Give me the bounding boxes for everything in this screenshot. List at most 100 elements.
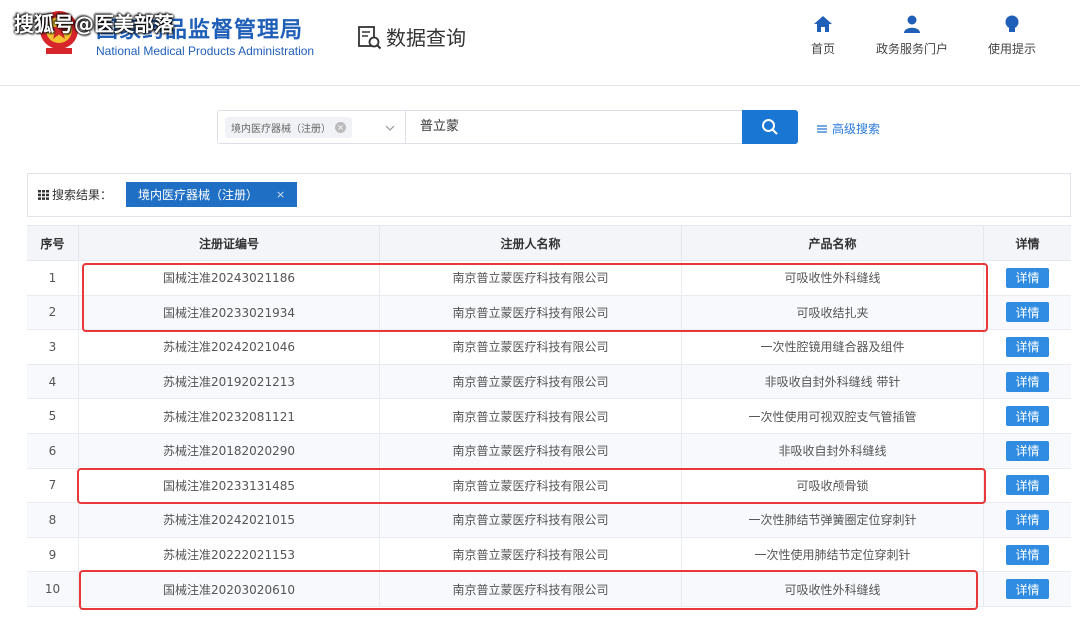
cell-registration-no: 国械注准20243021186: [79, 261, 380, 295]
chip-close-icon[interactable]: ×: [276, 188, 285, 201]
cell-product-name: 一次性腔镜用缝合器及组件: [682, 330, 984, 364]
detail-button[interactable]: 详情: [1006, 509, 1049, 530]
cell-detail: 详情: [984, 572, 1071, 606]
table-row: 1 国械注准20243021186 南京普立蒙医疗科技有限公司 可吸收性外科缝线 详情: [27, 261, 1071, 296]
filter-icon: [817, 124, 827, 133]
cell-product-name: 可吸收性外科缝线: [682, 572, 984, 606]
nav-usage-tips-label: 使用提示: [988, 42, 1037, 56]
cell-registrant: 南京普立蒙医疗科技有限公司: [380, 468, 682, 503]
cell-registration-no: 国械注准20203020610: [79, 572, 380, 606]
nav-service-portal[interactable]: 政务服务门户: [876, 14, 948, 57]
cell-registrant: 南京普立蒙医疗科技有限公司: [380, 399, 682, 433]
category-select[interactable]: 境内医疗器械（注册） ×: [217, 110, 406, 144]
detail-button[interactable]: 详情: [1006, 267, 1049, 288]
nav-service-portal-label: 政务服务门户: [876, 42, 949, 56]
bulb-icon: [1005, 15, 1019, 32]
home-icon: [814, 16, 832, 32]
page-title: 数据查询: [386, 26, 466, 50]
cell-detail: 详情: [984, 538, 1071, 572]
cell-product-name: 一次性使用可视双腔支气管插管: [682, 399, 984, 433]
cell-product-name: 非吸收自封外科缝线: [682, 433, 984, 468]
cell-registration-no: 苏械注准20182020290: [79, 433, 380, 468]
cell-registrant: 南京普立蒙医疗科技有限公司: [380, 503, 682, 537]
cell-registrant: 南京普立蒙医疗科技有限公司: [380, 364, 682, 399]
detail-button[interactable]: 详情: [1006, 371, 1049, 392]
chevron-down-icon[interactable]: [385, 123, 395, 133]
grid-icon: [38, 189, 49, 200]
category-tag: 境内医疗器械（注册） ×: [225, 117, 352, 138]
detail-button[interactable]: 详情: [1006, 336, 1049, 357]
cell-registration-no: 苏械注准20192021213: [79, 364, 380, 399]
cell-registration-no: 苏械注准20242021046: [79, 330, 380, 364]
cell-product-name: 可吸收性外科缝线: [682, 261, 984, 295]
cell-index: 4: [27, 364, 79, 399]
cell-index: 9: [27, 537, 79, 572]
cell-product-name: 可吸收结扎夹: [682, 295, 984, 330]
advanced-search-link[interactable]: 高级搜索: [816, 120, 880, 137]
table-row: 2 国械注准20233021934 南京普立蒙医疗科技有限公司 可吸收结扎夹 详情: [27, 295, 1071, 331]
cell-index: 2: [27, 295, 79, 330]
cell-index: 3: [27, 330, 79, 364]
cell-detail: 详情: [984, 330, 1071, 364]
table-row: 4 苏械注准20192021213 南京普立蒙医疗科技有限公司 非吸收自封外科缝线 带…: [27, 364, 1071, 400]
cell-registrant: 南京普立蒙医疗科技有限公司: [380, 537, 682, 572]
cell-detail: 详情: [984, 296, 1071, 330]
table-row: 3 苏械注准20242021046 南京普立蒙医疗科技有限公司 一次性腔镜用缝合器及组…: [27, 330, 1071, 365]
category-tag-label: 境内医疗器械（注册）: [231, 124, 331, 135]
nav-usage-tips[interactable]: 使用提示: [988, 14, 1036, 57]
nav-home[interactable]: 首页: [811, 14, 835, 57]
cell-index: 5: [27, 399, 79, 433]
nav-home-label: 首页: [811, 42, 836, 56]
search-button[interactable]: [742, 110, 798, 144]
results-bar: 搜索结果： 境内医疗器械（注册） ×: [27, 173, 1071, 217]
cell-detail: 详情: [984, 469, 1071, 503]
cell-product-name: 一次性使用肺结节定位穿刺针: [682, 537, 984, 572]
table-row: 8 苏械注准20242021015 南京普立蒙医疗科技有限公司 一次性肺结节弹簧圈定位…: [27, 503, 1071, 538]
cell-registrant: 南京普立蒙医疗科技有限公司: [380, 330, 682, 364]
cell-product-name: 非吸收自封外科缝线 带针: [682, 364, 984, 399]
col-index: 序号: [27, 226, 79, 260]
detail-button[interactable]: 详情: [1006, 440, 1049, 461]
table-row: 6 苏械注准20182020290 南京普立蒙医疗科技有限公司 非吸收自封外科缝线 详情: [27, 433, 1071, 469]
tag-close-icon[interactable]: ×: [335, 122, 346, 133]
detail-button[interactable]: 详情: [1006, 475, 1049, 496]
results-table: 序号 注册证编号 注册人名称 产品名称 详情 1 国械注准20243021186 南…: [27, 225, 1071, 607]
cell-product-name: 一次性肺结节弹簧圈定位穿刺针: [682, 503, 984, 537]
source-watermark: 搜狐号@医美部落: [14, 12, 174, 36]
col-product-name: 产品名称: [682, 226, 984, 260]
document-search-icon: [358, 25, 382, 49]
detail-button[interactable]: 详情: [1006, 579, 1049, 600]
table-row: 7 国械注准20233131485 南京普立蒙医疗科技有限公司 可吸收颅骨锁 详情: [27, 468, 1071, 504]
detail-button[interactable]: 详情: [1006, 302, 1049, 323]
cell-registration-no: 苏械注准20222021153: [79, 537, 380, 572]
table-row: 10 国械注准20203020610 南京普立蒙医疗科技有限公司 可吸收性外科缝线 详情: [27, 572, 1071, 607]
cell-index: 6: [27, 433, 79, 468]
detail-button[interactable]: 详情: [1006, 544, 1049, 565]
col-registration-no: 注册证编号: [79, 226, 380, 260]
table-row: 5 苏械注准20232081121 南京普立蒙医疗科技有限公司 一次性使用可视双腔支气…: [27, 399, 1071, 434]
col-detail: 详情: [1015, 236, 1040, 251]
cell-index: 10: [27, 572, 79, 606]
cell-detail: 详情: [984, 261, 1071, 295]
cell-index: 1: [27, 261, 79, 295]
agency-name-en[interactable]: National Medical Products Administration: [96, 44, 314, 58]
cell-detail: 详情: [984, 503, 1071, 537]
user-icon: [904, 15, 920, 33]
search-icon: [762, 119, 778, 135]
cell-registration-no: 苏械注准20242021015: [79, 503, 380, 537]
page-title-group: 数据查询: [356, 22, 466, 51]
cell-index: 7: [27, 468, 79, 503]
cell-detail: 详情: [984, 399, 1071, 433]
cell-product-name: 可吸收颅骨锁: [682, 468, 984, 503]
search-input[interactable]: 普立蒙: [406, 110, 743, 144]
table-row: 9 苏械注准20222021153 南京普立蒙医疗科技有限公司 一次性使用肺结节定位穿…: [27, 537, 1071, 573]
results-label-group: 搜索结果：: [38, 186, 112, 203]
cell-detail: 详情: [984, 365, 1071, 399]
cell-index: 8: [27, 503, 79, 537]
detail-button[interactable]: 详情: [1006, 406, 1049, 427]
cell-registrant: 南京普立蒙医疗科技有限公司: [380, 295, 682, 330]
results-filter-chip[interactable]: 境内医疗器械（注册） ×: [126, 182, 298, 207]
cell-registration-no: 国械注准20233021934: [79, 295, 380, 330]
results-label: 搜索结果：: [52, 188, 113, 202]
table-header: 序号 注册证编号 注册人名称 产品名称 详情: [27, 226, 1071, 261]
